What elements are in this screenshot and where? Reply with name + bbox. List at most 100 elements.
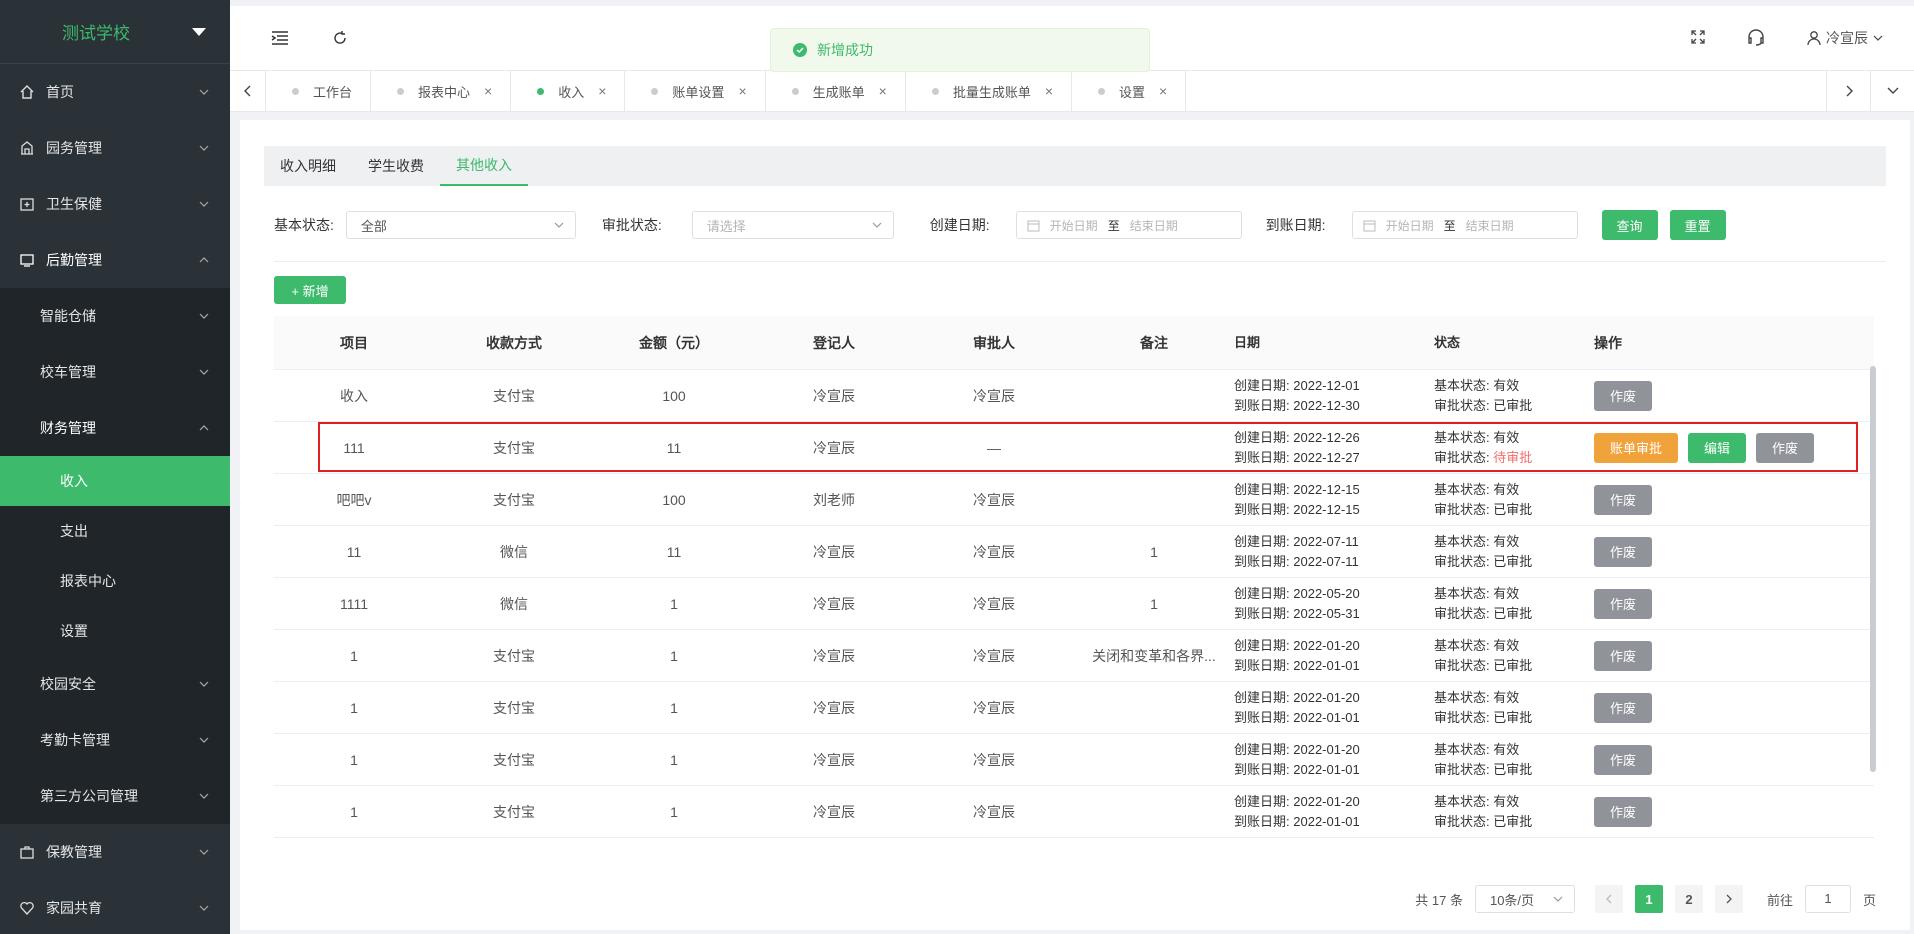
tab-workbench[interactable]: 工作台 [266, 71, 372, 111]
basic-status: 有效 [1493, 741, 1520, 757]
cell-actions: 作废 [1594, 484, 1834, 515]
tabs-scroll-left[interactable] [230, 71, 266, 111]
void-button[interactable]: 作废 [1756, 432, 1815, 463]
menu-item-third-party[interactable]: 第三方公司管理 [0, 768, 230, 824]
tabs-dropdown[interactable] [1870, 71, 1914, 111]
caret-down-icon[interactable] [192, 27, 206, 36]
void-button[interactable]: 作废 [1594, 484, 1653, 515]
chevron-down-icon [199, 737, 209, 743]
close-icon[interactable]: × [598, 83, 606, 99]
tabs-scroll-right[interactable] [1826, 71, 1870, 111]
audit-bill-button[interactable]: 账单审批 [1594, 432, 1679, 463]
next-page-button[interactable] [1714, 885, 1743, 913]
close-icon[interactable]: × [1159, 83, 1167, 99]
close-icon[interactable]: × [879, 83, 887, 99]
collapse-menu-button[interactable] [265, 23, 295, 53]
user-menu[interactable]: 冷宣辰 [1806, 28, 1884, 48]
menu-item-campus-affairs[interactable]: 园务管理 [0, 120, 230, 176]
table-scrollbar[interactable] [1870, 366, 1876, 772]
cell-actions: 作废 [1594, 640, 1834, 671]
refresh-icon [334, 31, 346, 44]
create-date-range[interactable]: 开始日期 至 结束日期 [1015, 211, 1242, 239]
add-button[interactable]: + 新增 [274, 276, 346, 304]
subtab-student-fee[interactable]: 学生收费 [352, 146, 440, 186]
cell-dates: 创建日期: 2022-01-20 到账日期: 2022-01-01 [1234, 688, 1434, 728]
cell-method: 支付宝 [493, 699, 535, 716]
void-button[interactable]: 作废 [1594, 640, 1653, 671]
void-button[interactable]: 作废 [1594, 796, 1653, 827]
close-icon[interactable]: × [484, 83, 492, 99]
void-button[interactable]: 作废 [1594, 744, 1653, 775]
basic-status-select[interactable]: 全部 [345, 211, 576, 239]
approve-prefix: 审批状态: [1434, 605, 1490, 621]
page-1-button[interactable]: 1 [1634, 885, 1663, 913]
sidebar: 测试学校 首页 园务管理 卫生保健 后勤管理 智能仓储 校车管理 财务管理 收入… [0, 0, 230, 934]
edit-button[interactable]: 编辑 [1688, 432, 1747, 463]
approve-status-line: 审批状态: 已审批 [1434, 812, 1594, 832]
prev-page-button[interactable] [1594, 885, 1623, 913]
fullscreen-button[interactable] [1690, 29, 1706, 48]
menu-item-school-bus[interactable]: 校车管理 [0, 344, 230, 400]
reset-button[interactable]: 重置 [1669, 210, 1726, 240]
approve-prefix: 审批状态: [1434, 501, 1490, 517]
cell-amount: 100 [662, 491, 686, 508]
approve-status-line: 审批状态: 已审批 [1434, 656, 1594, 676]
basic-status-line: 基本状态: 有效 [1434, 480, 1594, 500]
tab-bill-settings[interactable]: 账单设置 × [625, 71, 766, 111]
menu-item-expense[interactable]: 支出 [0, 506, 230, 556]
created-prefix: 创建日期: [1234, 533, 1290, 549]
page-size-select[interactable]: 10条/页 [1474, 885, 1575, 913]
page-2-button[interactable]: 2 [1674, 885, 1703, 913]
support-button[interactable] [1746, 27, 1766, 50]
tab-generate-bill[interactable]: 生成账单 × [766, 71, 906, 111]
tab-batch-generate-bill[interactable]: 批量生成账单 × [906, 71, 1073, 111]
menu-item-smart-warehouse[interactable]: 智能仓储 [0, 288, 230, 344]
tab-report-center[interactable]: 报表中心 × [371, 71, 512, 111]
created-date-line: 创建日期: 2022-01-20 [1234, 688, 1434, 708]
school-switcher[interactable]: 测试学校 [0, 0, 230, 64]
table-row: 吧吧v 支付宝 100 刘老师 冷宣辰 创建日期: 2022-12-15 到账日期: 202… [274, 474, 1874, 526]
created-date: 2022-01-20 [1293, 637, 1360, 653]
approve-status-select[interactable]: 请选择 [691, 211, 894, 239]
cell-method: 支付宝 [493, 647, 535, 664]
created-prefix: 创建日期: [1234, 741, 1290, 757]
menu-fold-icon [271, 31, 288, 45]
menu-item-home[interactable]: 首页 [0, 64, 230, 120]
menu-item-logistics[interactable]: 后勤管理 [0, 232, 230, 288]
void-button[interactable]: 作废 [1594, 588, 1653, 619]
cell-method: 支付宝 [493, 491, 535, 508]
refresh-button[interactable] [325, 23, 355, 53]
briefcase-icon [18, 843, 36, 861]
subtab-other-income[interactable]: 其他收入 [440, 146, 528, 186]
menu-item-home-school[interactable]: 家园共育 [0, 880, 230, 934]
menu-item-education[interactable]: 保教管理 [0, 824, 230, 880]
menu-item-attendance-card[interactable]: 考勤卡管理 [0, 712, 230, 768]
menu-item-income[interactable]: 收入 [0, 456, 230, 506]
void-button[interactable]: 作废 [1594, 536, 1653, 567]
menu-item-campus-safety[interactable]: 校园安全 [0, 656, 230, 712]
basic-prefix: 基本状态: [1434, 793, 1490, 809]
goto-page-input[interactable]: 1 [1804, 885, 1851, 913]
menu-item-finance[interactable]: 财务管理 [0, 400, 230, 456]
query-button[interactable]: 查询 [1601, 210, 1658, 240]
approve-status-line: 审批状态: 已审批 [1434, 708, 1594, 728]
menu-item-health-care[interactable]: 卫生保健 [0, 176, 230, 232]
tab-income[interactable]: 收入 × [511, 71, 626, 111]
cell-amount: 1 [670, 751, 678, 768]
cell-item: 1 [350, 647, 358, 664]
created-prefix: 创建日期: [1234, 377, 1290, 393]
cell-registrar: 冷宣辰 [813, 543, 855, 560]
void-button[interactable]: 作废 [1594, 692, 1653, 723]
close-icon[interactable]: × [738, 83, 746, 99]
cell-dates: 创建日期: 2022-01-20 到账日期: 2022-01-01 [1234, 636, 1434, 676]
menu-item-settings[interactable]: 设置 [0, 606, 230, 656]
tab-settings[interactable]: 设置 × [1072, 71, 1187, 111]
menu-item-report-center[interactable]: 报表中心 [0, 556, 230, 606]
void-button[interactable]: 作废 [1594, 380, 1653, 411]
created-date-line: 创建日期: 2022-05-20 [1234, 584, 1434, 604]
subtab-income-detail[interactable]: 收入明细 [264, 146, 352, 186]
cell-approver: 冷宣辰 [973, 491, 1015, 508]
arrive-date-range[interactable]: 开始日期 至 结束日期 [1351, 211, 1578, 239]
divider [274, 261, 1886, 262]
close-icon[interactable]: × [1045, 83, 1053, 99]
